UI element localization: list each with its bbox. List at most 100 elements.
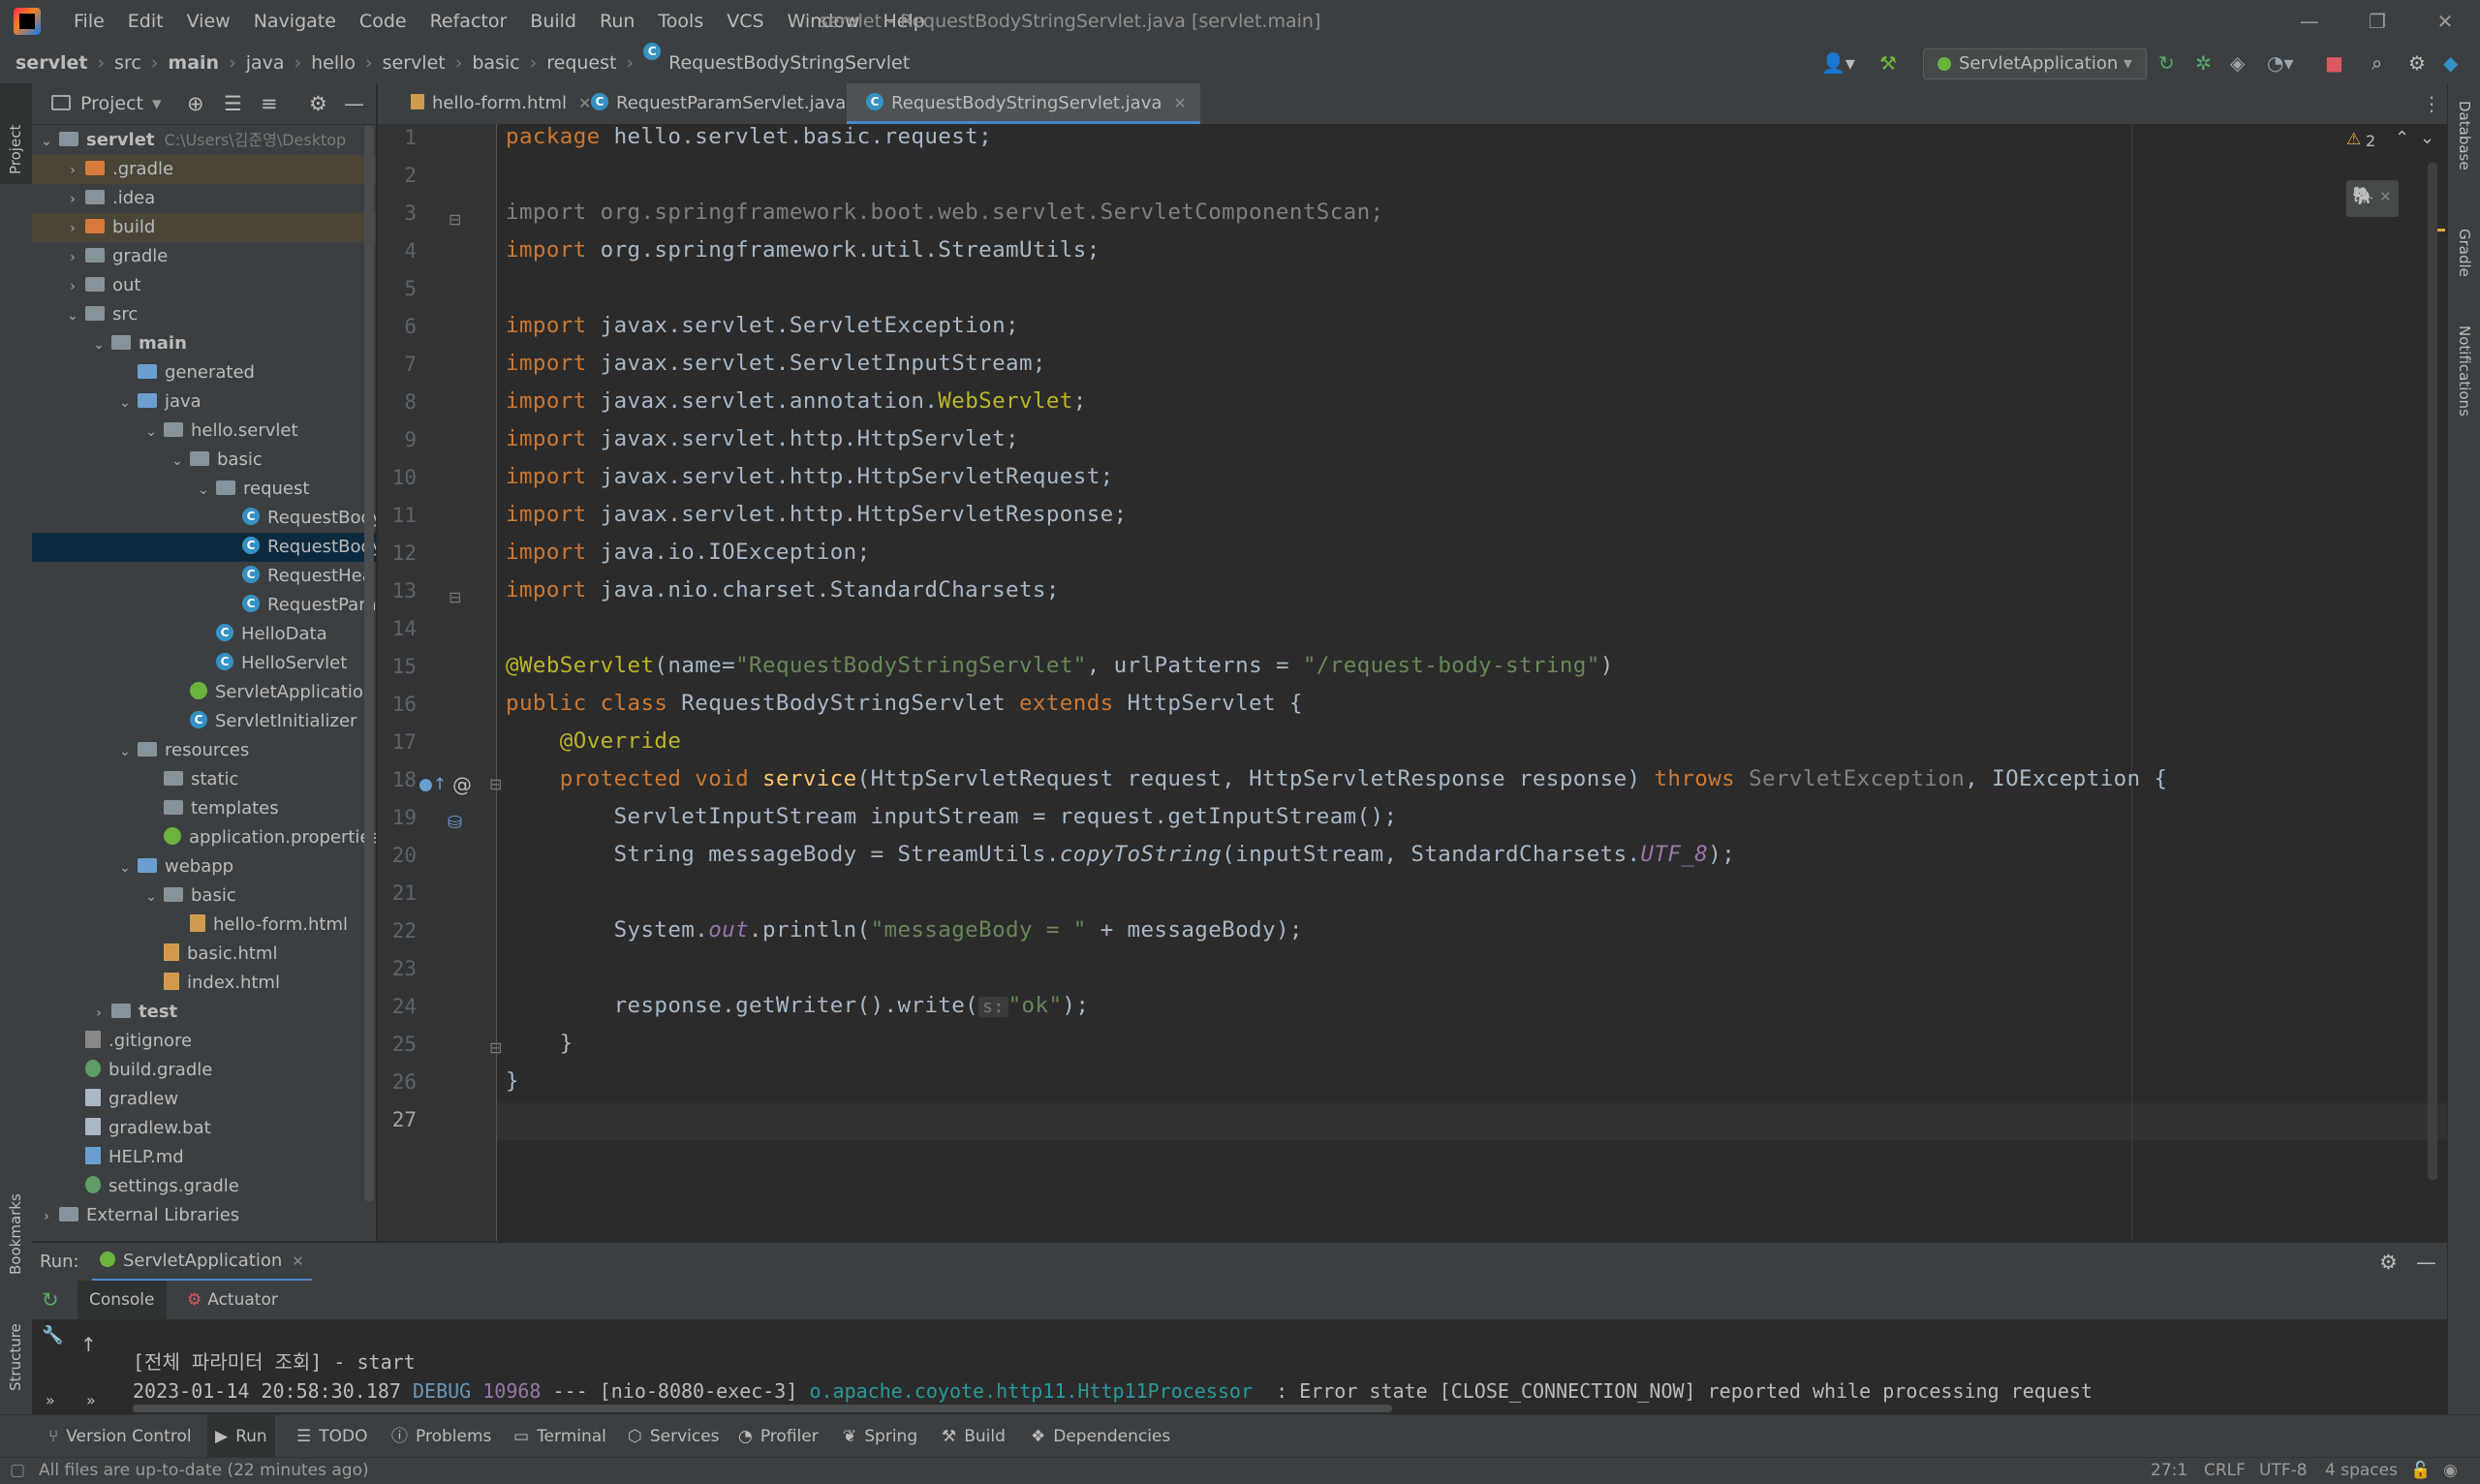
coverage-icon[interactable]: ◈ [2230,52,2245,74]
more-tabs-icon[interactable]: ⋮ [2422,83,2441,124]
tree-node[interactable]: ⌄ main [32,329,376,358]
console-horizontal-scrollbar[interactable] [133,1405,1392,1412]
file-encoding[interactable]: UTF-8 [2259,1458,2308,1484]
minimize-icon[interactable]: — [2280,0,2339,43]
annotation-marker-icon[interactable]: @ [452,773,472,796]
tree-node[interactable]: templates [32,794,376,823]
menu-code[interactable]: Code [348,0,418,43]
tree-node[interactable]: gradlew [32,1085,376,1114]
close-popup-icon[interactable]: ✕ [2379,188,2392,205]
more-actions-icon[interactable]: » [46,1391,55,1409]
tree-node[interactable]: ⌄ java [32,387,376,417]
debug-icon[interactable]: ✲ [2195,52,2212,74]
chevron-right-icon[interactable]: › [66,272,79,301]
tree-node[interactable]: ⌄ servlet C:\Users\김준영\Desktop [32,126,376,155]
chevron-right-icon[interactable]: › [92,999,106,1028]
editor-scrollbar[interactable] [2428,163,2437,1180]
chevron-right-icon[interactable]: › [66,243,79,272]
tree-node[interactable]: ⌄ request [32,475,376,504]
breadcrumb-item[interactable]: servlet [383,43,446,83]
close-tab-icon[interactable]: ✕ [1173,94,1186,112]
tree-node[interactable]: › build [32,213,376,242]
chevron-down-icon[interactable]: ⌄ [170,447,184,476]
tree-node[interactable]: C RequestBody [32,533,376,562]
wrench-icon[interactable]: 🔧 [42,1325,63,1345]
tool-tab-run[interactable]: ▶ Run [207,1415,275,1458]
breadcrumb-item[interactable]: main [168,43,219,83]
tree-node[interactable]: › test [32,998,376,1027]
menu-edit[interactable]: Edit [116,0,175,43]
tree-scrollbar[interactable] [364,126,374,1201]
tree-node[interactable]: gradlew.bat [32,1114,376,1143]
project-tool-button[interactable]: Project [7,97,24,174]
tree-node[interactable]: › gradle [32,242,376,271]
fold-marker-icon[interactable]: ⊟ [449,588,461,606]
chevron-down-icon[interactable]: ⌄ [118,737,132,766]
database-tool-button[interactable]: Database [2456,101,2473,170]
tool-tab-profiler[interactable]: ◔ Profiler [738,1415,819,1458]
chevron-down-icon[interactable]: ⌄ [118,388,132,417]
override-marker-icon[interactable]: ●↑ [418,775,447,794]
tree-node[interactable]: C RequestBody [32,504,376,533]
breadcrumb-item[interactable]: RequestBodyStringServlet [668,43,910,83]
tree-node[interactable]: C RequestPara [32,591,376,620]
tree-node[interactable]: C RequestHea [32,562,376,591]
chevron-down-icon[interactable]: ⌄ [92,330,106,359]
lock-icon[interactable]: 🔓 [2410,1458,2431,1484]
indent-setting[interactable]: 4 spaces [2325,1458,2398,1484]
warning-icon[interactable]: ⚠ [2346,130,2361,149]
menu-refactor[interactable]: Refactor [418,0,519,43]
status-toggle-icon[interactable]: ▢ [10,1458,25,1484]
chevron-right-icon[interactable]: › [40,1202,53,1231]
tree-node[interactable]: › .gradle [32,155,376,184]
breadcrumb-item[interactable]: hello [311,43,356,83]
menu-file[interactable]: File [62,0,116,43]
gradle-elephant-icon[interactable]: 🐘 [2352,186,2373,206]
breadcrumb-item[interactable]: servlet [16,43,87,83]
tool-tab-services[interactable]: ⬡ Services [628,1415,720,1458]
profile-icon[interactable]: ◔▾ [2267,52,2294,74]
breadcrumb-item[interactable]: basic [472,43,519,83]
tree-node[interactable]: › out [32,271,376,300]
collapse-all-icon[interactable]: ≡ [261,83,278,124]
tool-tab-spring[interactable]: ❦ Spring [843,1415,917,1458]
chevron-down-icon[interactable]: ⌄ [197,476,210,505]
project-panel-title[interactable]: Project [80,83,143,124]
console-output[interactable]: 🔧 ↑ » » [전체 파라미터 조회] - start 2023-01-14 … [32,1319,2447,1414]
menu-view[interactable]: View [175,0,242,43]
tree-node[interactable]: ⌄ basic [32,446,376,475]
tool-tab-todo[interactable]: ☰ TODO [296,1415,368,1458]
chevron-down-icon[interactable]: ⌄ [40,127,53,156]
tree-node[interactable]: build.gradle [32,1056,376,1085]
tree-node[interactable]: › .idea [32,184,376,213]
tool-tab-terminal[interactable]: ▭ Terminal [513,1415,606,1458]
tree-node[interactable]: ⌄ src [32,300,376,329]
structure-tool-button[interactable]: Structure [7,1304,24,1391]
prev-highlight-icon[interactable]: ⌃ [2395,128,2409,148]
user-icon[interactable]: 👤▾ [1821,52,1855,74]
status-message[interactable]: All files are up-to-date (22 minutes ago… [39,1458,369,1484]
tree-node[interactable]: static [32,765,376,794]
tree-node[interactable]: ServletApplication [32,678,376,707]
tool-tab-problems[interactable]: ⓘ Problems [391,1415,491,1458]
tab-actuator[interactable]: ⚙ Actuator [187,1281,278,1319]
close-window-icon[interactable]: ✕ [2416,0,2474,43]
stop-icon[interactable]: ■ [2325,52,2343,74]
tree-node[interactable]: HELP.md [32,1143,376,1172]
chevron-right-icon[interactable]: › [66,185,79,214]
gradle-reload-popup[interactable]: 🐘 ✕ [2346,180,2399,217]
fold-marker-icon[interactable]: ⊟ [489,775,502,793]
tree-node[interactable]: .gitignore [32,1027,376,1056]
tree-node[interactable]: ⌄ resources [32,736,376,765]
bookmarks-tool-button[interactable]: Bookmarks [7,1178,24,1275]
breadcrumb-item[interactable]: request [546,43,616,83]
tool-tab-build[interactable]: ⚒ Build [942,1415,1006,1458]
expand-all-icon[interactable]: ☰ [224,83,242,124]
run-config-tab[interactable]: ServletApplication ✕ [92,1243,312,1282]
caret-position[interactable]: 27:1 [2151,1458,2187,1484]
run-config-selector[interactable]: ServletApplication ▾ [1923,48,2148,79]
tree-node[interactable]: index.html [32,969,376,998]
tab-console[interactable]: Console [78,1281,167,1319]
run-settings-gear-icon[interactable]: ⚙ [2379,1243,2398,1282]
tree-node[interactable]: generated [32,358,376,387]
